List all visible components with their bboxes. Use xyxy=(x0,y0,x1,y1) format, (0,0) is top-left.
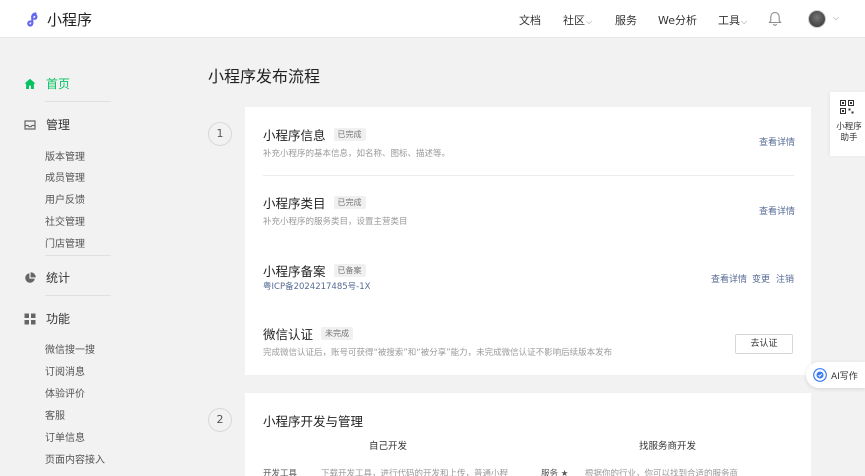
grid-icon xyxy=(24,313,36,324)
row-title: 小程序类目 已完成 xyxy=(263,193,366,212)
divider xyxy=(263,175,794,176)
nav-community[interactable]: 社区⌵ xyxy=(563,12,592,28)
chevron-down-icon: ⌵ xyxy=(741,17,748,26)
sidebar: 首页 管理 版本管理 成员管理 用户反馈 社交管理 门店管理 统计 功能 微信搜… xyxy=(0,38,150,476)
chevron-down-icon: ⌵ xyxy=(586,17,593,26)
sidebar-subitem-stores[interactable]: 门店管理 xyxy=(45,235,85,250)
status-badge: 已备案 xyxy=(333,264,366,277)
row-title: 小程序信息 已完成 xyxy=(263,125,366,144)
sidebar-item-features[interactable]: 功能 xyxy=(24,310,70,327)
inbox-icon xyxy=(24,119,36,130)
row-description: 补充小程序的基本信息，如名称、图标、描述等。 xyxy=(263,149,451,159)
sidebar-subitem-evaluation[interactable]: 体验评价 xyxy=(45,385,85,400)
qr-code-icon xyxy=(840,100,854,114)
sidebar-subitem-orders[interactable]: 订单信息 xyxy=(45,429,85,444)
divider xyxy=(45,101,111,102)
sidebar-item-label: 功能 xyxy=(46,312,71,326)
row-title-text: 微信认证 xyxy=(263,327,314,342)
self-develop-heading: 自己开发 xyxy=(369,441,408,452)
service-desc: 根据你的行业，你可以找到合适的服务商 xyxy=(585,469,739,476)
nav-label: 服务 xyxy=(615,14,637,27)
sidebar-subitem-subscribe[interactable]: 订阅消息 xyxy=(45,363,85,378)
top-bar: 小程序 文档 社区⌵ 服务 We分析 工具⌵ ⌵ xyxy=(0,0,865,38)
sidebar-subitem-customer-service[interactable]: 客服 xyxy=(45,407,65,422)
ai-writing-icon xyxy=(813,368,827,382)
sidebar-subitem-version[interactable]: 版本管理 xyxy=(45,148,85,163)
sidebar-item-stats[interactable]: 统计 xyxy=(24,269,70,286)
nav-label: 社区 xyxy=(563,14,585,27)
develop-manage-card: 小程序开发与管理 自己开发 找服务商开发 开发工具 下载开发工具，进行代码的开发… xyxy=(245,393,811,476)
sidebar-item-label: 首页 xyxy=(46,77,71,91)
ai-writing-widget[interactable]: AI写作 xyxy=(806,362,865,388)
status-badge: 已完成 xyxy=(333,128,366,141)
row-title: 微信认证 未完成 xyxy=(263,324,354,343)
sidebar-subitem-feedback[interactable]: 用户反馈 xyxy=(45,191,85,206)
row-title-text: 小程序类目 xyxy=(263,196,326,211)
pie-chart-icon xyxy=(25,271,36,283)
provider-develop-heading: 找服务商开发 xyxy=(639,441,697,452)
nav-tools[interactable]: 工具⌵ xyxy=(718,12,747,28)
sidebar-subitem-page-content[interactable]: 页面内容接入 xyxy=(45,451,105,466)
step-number: 2 xyxy=(208,408,232,432)
step-number: 1 xyxy=(208,122,232,146)
dev-tools-desc: 下载开发工具，进行代码的开发和上传，普通小程 xyxy=(321,469,509,476)
miniprogram-logo-icon xyxy=(27,11,38,27)
publish-steps-card: 小程序信息 已完成 补充小程序的基本信息，如名称、图标、描述等。 查看详情 小程… xyxy=(245,107,811,375)
nav-docs[interactable]: 文档 xyxy=(519,12,541,28)
divider xyxy=(45,255,111,256)
nav-label: We分析 xyxy=(658,14,697,27)
logo-text: 小程序 xyxy=(47,11,93,29)
nav-services[interactable]: 服务 xyxy=(615,12,637,28)
row-title-text: 小程序备案 xyxy=(263,264,326,279)
view-details-link[interactable]: 查看详情 xyxy=(759,135,795,148)
verify-button[interactable]: 去认证 xyxy=(735,334,793,354)
sidebar-subitem-members[interactable]: 成员管理 xyxy=(45,169,85,184)
sidebar-item-home[interactable]: 首页 xyxy=(24,75,70,92)
widget-label: 小程序助手 xyxy=(836,122,862,143)
cancel-filing-link[interactable]: 注销 xyxy=(776,272,794,285)
sidebar-item-label: 统计 xyxy=(46,271,71,285)
sidebar-subitem-social[interactable]: 社交管理 xyxy=(45,213,85,228)
nav-we-analysis[interactable]: We分析 xyxy=(658,12,697,28)
bell-icon[interactable] xyxy=(768,11,782,27)
widget-label: AI写作 xyxy=(831,371,858,382)
view-details-link[interactable]: 查看详情 xyxy=(711,272,747,285)
section-title: 小程序开发与管理 xyxy=(263,411,363,430)
chevron-down-icon[interactable]: ⌵ xyxy=(833,13,839,23)
change-link[interactable]: 变更 xyxy=(752,272,770,285)
row-title: 小程序备案 已备案 xyxy=(263,261,366,280)
view-details-link[interactable]: 查看详情 xyxy=(759,204,795,217)
home-icon xyxy=(24,78,36,89)
logo[interactable]: 小程序 xyxy=(24,9,92,30)
row-title-text: 小程序信息 xyxy=(263,128,326,143)
status-badge: 已完成 xyxy=(333,196,366,209)
sidebar-item-manage[interactable]: 管理 xyxy=(24,116,70,133)
nav-label: 文档 xyxy=(519,14,541,27)
miniprogram-assistant-widget[interactable]: 小程序助手 xyxy=(830,92,865,156)
avatar[interactable] xyxy=(808,10,826,28)
icp-number: 粤ICP备2024217485号-1X xyxy=(263,282,371,292)
divider xyxy=(45,295,111,296)
section-title-text: 小程序开发与管理 xyxy=(263,414,364,429)
page-title: 小程序发布流程 xyxy=(208,67,321,86)
sidebar-item-label: 管理 xyxy=(46,118,71,132)
status-badge: 未完成 xyxy=(321,327,354,340)
service-label: 服务 ★ xyxy=(541,469,569,476)
sidebar-subitem-search[interactable]: 微信搜一搜 xyxy=(45,341,95,356)
row-description: 完成微信认证后，账号可获得“被搜索”和“被分享”能力，未完成微信认证不影响后续版… xyxy=(263,348,613,358)
dev-tools-label: 开发工具 xyxy=(263,469,298,476)
nav-label: 工具 xyxy=(718,14,740,27)
row-description: 补充小程序的服务类目，设置主营类目 xyxy=(263,217,408,227)
